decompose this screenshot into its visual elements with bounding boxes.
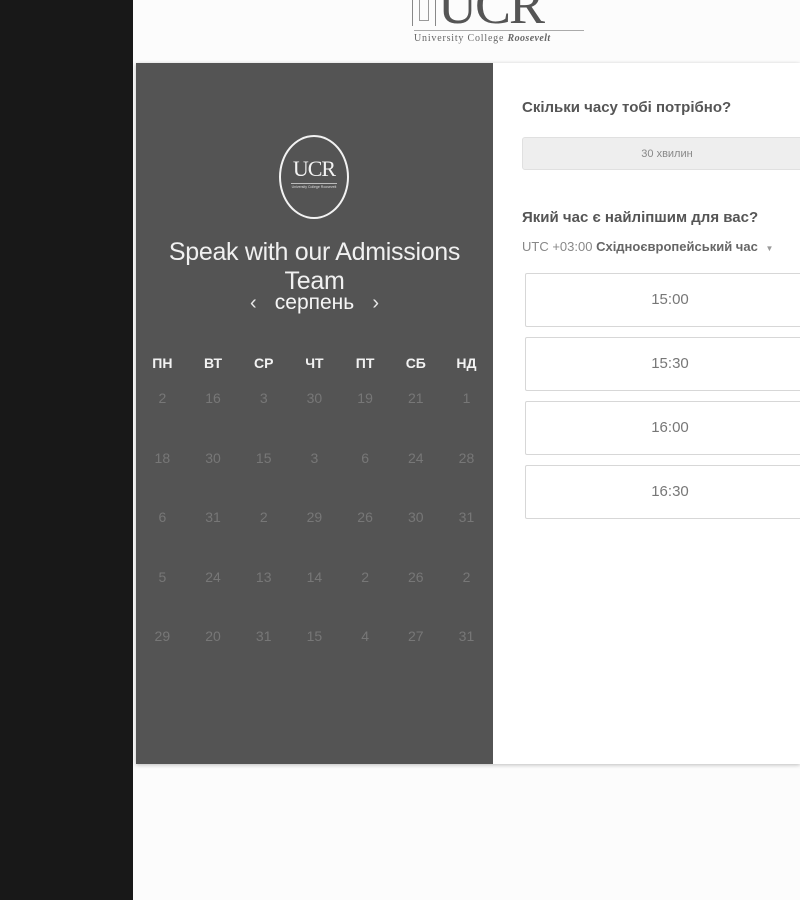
calendar-day: 2: [361, 568, 369, 585]
timezone-selector[interactable]: UTC +03:00 Східноєвропейський час ▼: [522, 239, 773, 254]
calendar-day: 31: [255, 628, 272, 644]
calendar-day: 31: [205, 509, 221, 525]
calendar-day: 3: [310, 449, 319, 466]
tower-logo-icon: [412, 0, 436, 26]
calendar-day: 30: [407, 509, 424, 525]
time-slot-button[interactable]: 16:00: [525, 401, 800, 455]
calendar-day: 6: [158, 509, 167, 525]
calendar-week-row: 2 16 3 30 19 21 1: [137, 389, 492, 449]
weekday-label: ПН: [152, 355, 173, 371]
calendar-week-row: 18 30 15 3 6 24 28: [137, 449, 492, 509]
calendar-days-grid: 2 16 3 30 19 21 1 18 30 15 3 6 24 28 6 3…: [137, 389, 492, 687]
calendar-day: 31: [458, 509, 475, 525]
weekday-label: ВТ: [203, 355, 223, 371]
calendar-day: 29: [154, 628, 171, 644]
month-label: серпень: [274, 291, 355, 314]
calendar-day: 24: [205, 568, 221, 585]
calendar-day: 30: [306, 390, 323, 406]
calendar-day: 16: [205, 390, 221, 406]
prev-month-icon[interactable]: ‹: [242, 292, 264, 315]
calendar-panel: UCR University College Roosevelt Speak w…: [136, 63, 493, 764]
time-question: Який час є найліпшим для вас?: [522, 209, 759, 226]
calendar-day: 18: [154, 449, 171, 466]
calendar-title: Speak with our Admissions Team: [168, 238, 461, 295]
round-logo-subtitle: University College Roosevelt: [291, 183, 337, 189]
calendar-day: 31: [458, 628, 475, 644]
weekday-header: ПН ВТ СР ЧТ ПТ СБ НД: [137, 355, 492, 371]
time-slot-button[interactable]: 16:30: [525, 465, 800, 519]
next-month-icon[interactable]: ›: [365, 292, 387, 315]
calendar-day: 14: [306, 568, 323, 585]
logo-mark: UCR: [438, 0, 545, 35]
ucr-round-logo-icon: UCR University College Roosevelt: [279, 135, 349, 219]
calendar-day: 3: [259, 390, 268, 406]
calendar-week-row: 5 24 13 14 2 26 2: [137, 568, 492, 628]
weekday-label: СБ: [405, 355, 426, 371]
calendar-day: 1: [462, 390, 471, 406]
timezone-offset: UTC +03:00: [522, 239, 593, 254]
scheduler-card: UCR University College Roosevelt Speak w…: [136, 63, 800, 764]
calendar-day: 15: [306, 628, 323, 644]
duration-question: Скільки часу тобі потрібно?: [522, 99, 732, 116]
calendar-day: 28: [458, 449, 475, 466]
calendar-day: 20: [205, 628, 221, 644]
calendar-day: 2: [259, 509, 268, 525]
calendar-day: 4: [361, 628, 369, 644]
booking-panel: Скільки часу тобі потрібно? 30 хвилин Як…: [522, 63, 800, 764]
calendar-day: 19: [357, 390, 373, 406]
calendar-day: 29: [306, 509, 323, 525]
weekday-label: ПТ: [355, 355, 375, 371]
time-slot-button[interactable]: 15:30: [525, 337, 800, 391]
weekday-label: ЧТ: [305, 355, 324, 371]
calendar-day: 21: [407, 390, 424, 406]
timezone-name: Східноєвропейський час: [596, 239, 758, 254]
calendar-day: 15: [255, 449, 272, 466]
calendar-day: 30: [205, 449, 221, 466]
calendar-day: 2: [462, 568, 471, 585]
calendar-day: 5: [158, 568, 167, 585]
calendar-day: 26: [357, 509, 373, 525]
weekday-label: НД: [456, 355, 477, 371]
calendar-day: 26: [407, 568, 424, 585]
time-slot-button[interactable]: 15:00: [525, 273, 800, 327]
duration-select[interactable]: 30 хвилин: [522, 137, 800, 170]
calendar-day: 13: [255, 568, 272, 585]
calendar-week-row: 29 20 31 15 4 27 31: [137, 627, 492, 687]
left-dark-sidebar: [0, 0, 133, 900]
round-logo-mark: UCR: [292, 156, 336, 181]
month-navigation: ‹ серпень ›: [136, 291, 493, 321]
calendar-week-row: 6 31 2 29 26 30 31: [137, 508, 492, 568]
calendar-day: 6: [361, 449, 369, 466]
calendar-day: 24: [407, 449, 424, 466]
logo-subtitle: University College Roosevelt: [414, 30, 584, 44]
chevron-down-icon: ▼: [765, 244, 774, 253]
calendar-day: 27: [407, 628, 424, 644]
calendar-day: 2: [158, 390, 167, 406]
ucr-header-logo: UCR University College Roosevelt: [412, 0, 584, 48]
weekday-label: СР: [253, 355, 274, 371]
